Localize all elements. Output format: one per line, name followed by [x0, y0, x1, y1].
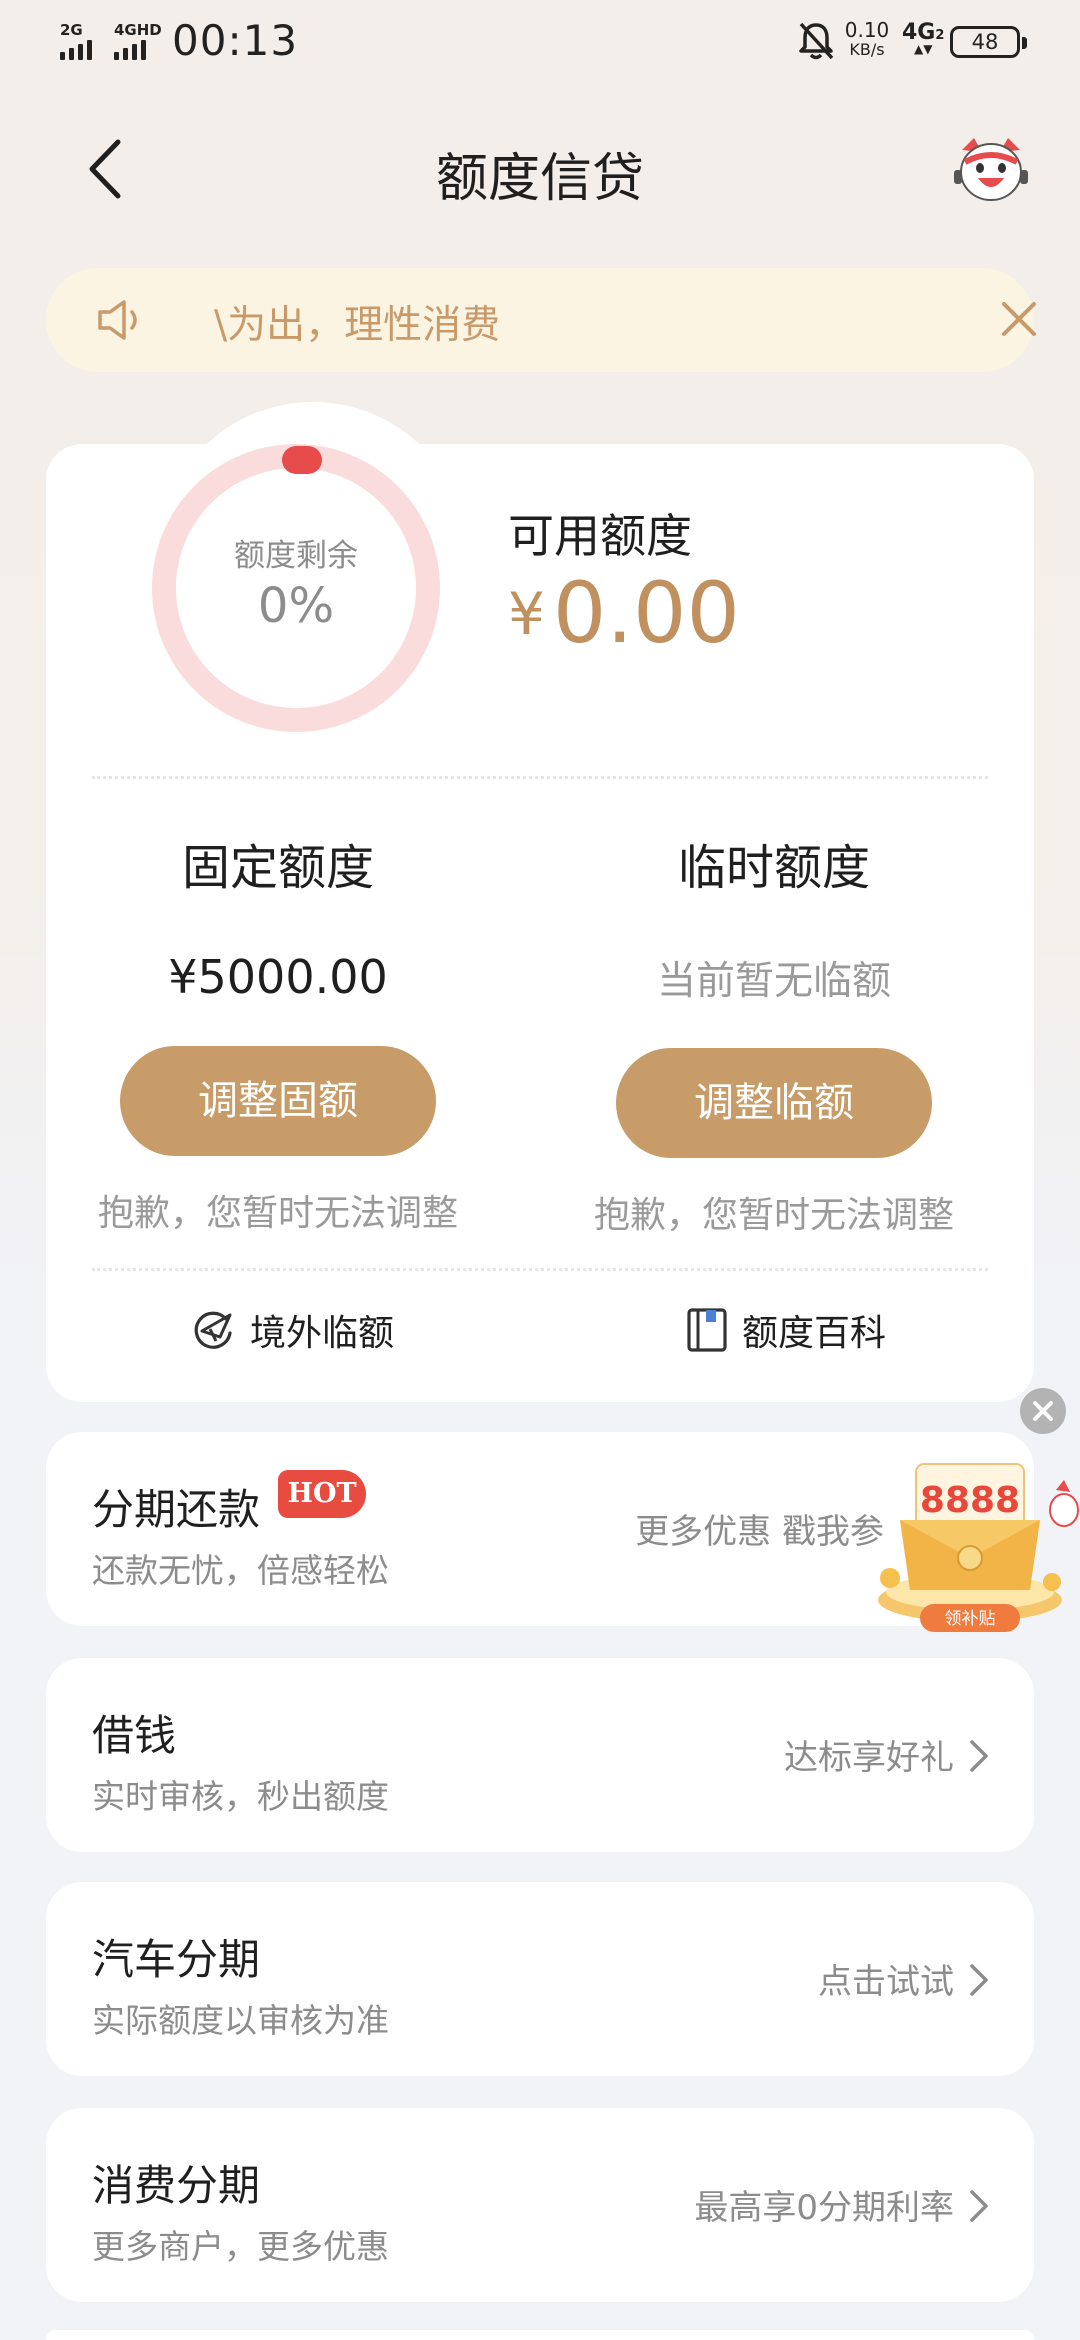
service-title: 分期还款: [92, 1485, 261, 1534]
network-type: 4G2 ▲▼: [902, 20, 945, 56]
service-promo-text: 更多优惠 戳我参: [635, 1512, 884, 1552]
remaining-ring: 额度剩余 0%: [146, 438, 446, 738]
battery-level: 48: [971, 30, 999, 54]
service-title: 借钱: [92, 1711, 177, 1760]
service-title: 汽车分期: [92, 1935, 261, 1984]
temp-quota: 临时额度 当前暂无临额 调整临额 抱歉，您暂时无法调整: [564, 828, 984, 1238]
overseas-quota-link[interactable]: 境外临额: [190, 1304, 394, 1356]
promo-label: 领补贴: [945, 1609, 996, 1629]
speaker-icon: [96, 298, 146, 342]
currency-symbol: ¥: [508, 580, 545, 648]
divider: [92, 776, 988, 779]
signal-icon: 2G: [60, 22, 92, 60]
battery-icon: 48: [950, 26, 1027, 58]
available-amount: ¥0.00: [508, 564, 740, 662]
service-promo-text: 点击试试: [818, 1962, 954, 2002]
network-speed: 0.10 KB/s: [844, 18, 890, 59]
clock: 00:13: [172, 16, 299, 65]
close-icon[interactable]: [994, 294, 1044, 344]
temp-quota-note: 抱歉，您暂时无法调整: [593, 1195, 954, 1236]
fixed-quota-title: 固定额度: [181, 840, 374, 896]
page-title: 额度信贷: [435, 149, 644, 209]
chevron-right-icon: [970, 2190, 988, 2222]
service-car-loan[interactable]: 汽车分期 实际额度以审核为准 点击试试: [46, 1882, 1034, 2076]
chevron-right-icon: [970, 1964, 988, 1996]
chevron-right-icon: [970, 1740, 988, 1772]
service-title: 消费分期: [92, 2161, 261, 2210]
credit-card: 额度剩余 0% 可用额度 ¥0.00 固定额度 ¥5000.00 调整固额 抱歉…: [46, 402, 1034, 1402]
promo-close-button[interactable]: [1020, 1388, 1066, 1434]
signal-label: 4GHD: [114, 21, 162, 39]
adjust-temp-button[interactable]: 调整临额: [616, 1048, 932, 1158]
service-promo-text: 最高享0分期利率: [694, 2188, 954, 2228]
service-consumer-installment[interactable]: 消费分期 更多商户，更多优惠 最高享0分期利率: [46, 2108, 1034, 2302]
gift-envelope-icon[interactable]: 8888 领补贴: [860, 1450, 1080, 1640]
fixed-quota-value: ¥5000.00: [168, 950, 388, 1004]
signal-label: 2G: [60, 21, 83, 39]
available-label: 可用额度: [508, 509, 692, 563]
signal-icon: 4GHD: [114, 22, 162, 60]
ring-label: 额度剩余: [234, 538, 358, 574]
plane-globe-icon: [194, 1311, 232, 1349]
nav-bar: 额度信贷: [0, 110, 1080, 230]
fixed-quota: 固定额度 ¥5000.00 调整固额 抱歉，您暂时无法调整: [68, 828, 488, 1236]
notice-text: \为出，理性消费: [214, 303, 501, 348]
mascot-service-icon[interactable]: [952, 134, 1030, 208]
notice-bar: \为出，理性消费: [46, 268, 1036, 372]
temp-quota-title: 临时额度: [677, 840, 870, 896]
ring-value: 0%: [257, 578, 335, 634]
service-subtitle: 实际额度以审核为准: [92, 2001, 389, 2040]
service-subtitle: 更多商户，更多优惠: [92, 2227, 389, 2266]
hot-badge: HOT: [278, 1470, 366, 1518]
service-borrow[interactable]: 借钱 实时审核，秒出额度 达标享好礼: [46, 1658, 1034, 1852]
overseas-quota-label: 境外临额: [250, 1313, 395, 1354]
quota-wiki-label: 额度百科: [742, 1313, 887, 1354]
next-card-edge: [46, 2330, 1034, 2340]
close-icon: [1033, 1401, 1053, 1421]
divider: [92, 1268, 988, 1271]
book-icon: [687, 1308, 727, 1352]
fixed-quota-note: 抱歉，您暂时无法调整: [97, 1193, 458, 1234]
available-amount-value: 0.00: [552, 564, 740, 662]
bell-muted-icon: [796, 20, 836, 62]
promo-amount: 8888: [920, 1480, 1020, 1521]
service-subtitle: 还款无忧，倍感轻松: [92, 1551, 389, 1590]
service-subtitle: 实时审核，秒出额度: [92, 1777, 389, 1816]
temp-quota-value: 当前暂无临额: [656, 959, 891, 1004]
quota-wiki-link[interactable]: 额度百科: [686, 1304, 886, 1356]
service-promo-text: 达标享好礼: [784, 1738, 954, 1778]
adjust-fixed-button[interactable]: 调整固额: [120, 1046, 436, 1156]
status-bar: 2G 4GHD 00:13 0.10 KB/s 4G2 ▲▼ 48: [0, 0, 1080, 84]
